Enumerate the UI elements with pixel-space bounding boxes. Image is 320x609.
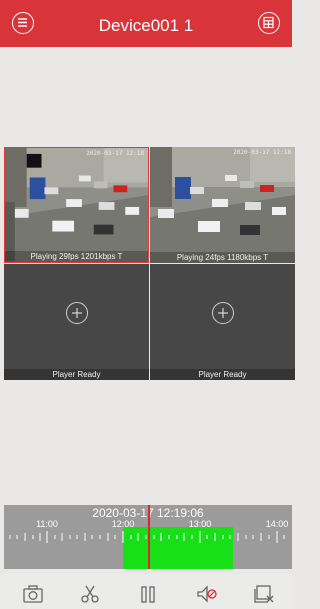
player-window-2[interactable]: 2020-03-17 12:18 Playing 24fps 1180kbps … (150, 147, 295, 263)
player-status: Player Ready (150, 369, 295, 380)
video-timestamp: 2020-03-17 12:18 (233, 149, 291, 156)
close-all-icon[interactable] (253, 584, 275, 604)
playback-timeline[interactable]: 11:00 12:00 13:00 14:00 2020-03-17 12:19… (4, 505, 292, 569)
tick-label: 14:00 (265, 519, 289, 529)
bottom-toolbar (0, 574, 292, 609)
video-frame (5, 148, 148, 262)
video-frame (150, 147, 295, 263)
mute-icon[interactable] (196, 584, 218, 604)
page-title: Device001 1 (98, 16, 194, 35)
tick-label: 11:00 (36, 519, 58, 529)
player-window-4[interactable]: Player Ready (150, 264, 295, 380)
scissors-icon[interactable] (79, 584, 101, 604)
window-layout-icon[interactable] (258, 12, 280, 34)
video-timestamp: 2020-03-17 12:18 (86, 150, 144, 157)
player-status: Playing 29fps 1201kbps T (5, 251, 148, 262)
video-grid: 2020-03-17 12:18 Playing 29fps 1201kbps … (4, 147, 295, 380)
player-status: Playing 24fps 1180kbps T (150, 252, 295, 263)
player-window-1[interactable]: 2020-03-17 12:18 Playing 29fps 1201kbps … (4, 147, 149, 263)
player-window-3[interactable]: Player Ready (4, 264, 149, 380)
tick-label: 12:00 (111, 519, 135, 529)
playback-cursor[interactable] (148, 505, 150, 569)
camera-icon[interactable] (22, 584, 44, 604)
pause-icon[interactable] (137, 584, 159, 604)
tick-label: 13:00 (188, 519, 212, 529)
app-header: Device001 1 (0, 0, 292, 47)
add-channel-icon[interactable] (211, 302, 234, 324)
player-status: Player Ready (4, 369, 149, 380)
add-channel-icon[interactable] (65, 302, 88, 324)
